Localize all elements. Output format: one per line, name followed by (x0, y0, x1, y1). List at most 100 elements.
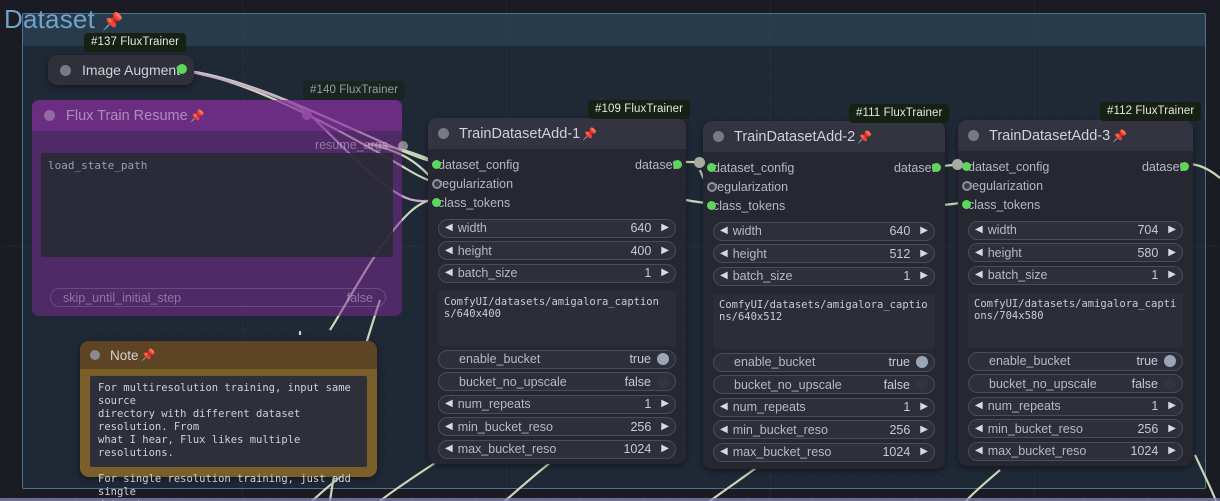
decrement-arrow-icon[interactable]: ◀ (975, 423, 983, 434)
input-port-class-tokens[interactable] (432, 198, 441, 207)
widget-max-bucket-reso[interactable]: ◀ max_bucket_reso 1024 ▶ (713, 442, 935, 462)
toggle-knob-icon[interactable] (1164, 377, 1176, 390)
slot-dataset-config[interactable]: dataset_config dataset (432, 155, 682, 174)
slot-regularization[interactable]: regularization (961, 176, 1183, 195)
image-augment-output-port[interactable] (177, 64, 187, 74)
widget-enable-bucket[interactable]: enable_bucket true (438, 349, 676, 369)
increment-arrow-icon[interactable]: ▶ (661, 421, 669, 432)
group-header[interactable] (23, 14, 1205, 46)
output-port-dataset[interactable] (932, 163, 941, 172)
input-port-class-tokens[interactable] (962, 200, 971, 209)
increment-arrow-icon[interactable]: ▶ (920, 447, 928, 457)
decrement-arrow-icon[interactable]: ◀ (975, 225, 983, 235)
widget-min-bucket-reso[interactable]: ◀ min_bucket_reso 256 ▶ (713, 420, 935, 439)
widget-bucket-no-upscale[interactable]: bucket_no_upscale false (438, 372, 676, 391)
widget-width[interactable]: ◀ width 640 ▶ (438, 218, 676, 238)
node-header[interactable]: TrainDatasetAdd-3 📌 (958, 120, 1193, 151)
decrement-arrow-icon[interactable]: ◀ (720, 447, 728, 457)
increment-arrow-icon[interactable]: ▶ (1168, 423, 1176, 434)
reroute-dot-2[interactable] (952, 159, 963, 170)
slot-dataset-config[interactable]: dataset_config dataset (707, 158, 941, 177)
increment-arrow-icon[interactable]: ▶ (661, 223, 669, 233)
widget-enable-bucket[interactable]: enable_bucket true (968, 351, 1183, 371)
increment-arrow-icon[interactable]: ▶ (920, 271, 928, 281)
widget-min-bucket-reso[interactable]: ◀ min_bucket_reso 256 ▶ (968, 419, 1183, 438)
collapse-dot-icon[interactable] (713, 131, 724, 142)
widget-num-repeats[interactable]: ◀ num_repeats 1 ▶ (438, 394, 676, 414)
decrement-arrow-icon[interactable]: ◀ (975, 446, 983, 456)
input-port-regularization[interactable] (431, 178, 442, 189)
decrement-arrow-icon[interactable]: ◀ (720, 402, 728, 412)
toggle-knob-icon[interactable] (916, 378, 928, 391)
dataset-path-textarea[interactable]: ComfyUI/datasets/amigalora_captions/640x… (438, 290, 676, 346)
slot-class-tokens[interactable]: class_tokens (962, 195, 1183, 214)
decrement-arrow-icon[interactable]: ◀ (445, 421, 453, 432)
decrement-arrow-icon[interactable]: ◀ (445, 399, 453, 409)
node-traindatasetadd-3[interactable]: TrainDatasetAdd-3 📌 dataset_config datas… (958, 120, 1193, 466)
toggle-knob-icon[interactable] (916, 356, 928, 368)
node-note[interactable]: Note 📌 For multiresolution training, inp… (80, 341, 377, 501)
input-port-regularization[interactable] (961, 180, 972, 191)
decrement-arrow-icon[interactable]: ◀ (975, 270, 983, 280)
slot-regularization[interactable]: regularization (431, 174, 676, 193)
decrement-arrow-icon[interactable]: ◀ (445, 245, 453, 256)
decrement-arrow-icon[interactable]: ◀ (720, 248, 728, 259)
increment-arrow-icon[interactable]: ▶ (1168, 401, 1176, 411)
increment-arrow-icon[interactable]: ▶ (661, 399, 669, 409)
toggle-knob-icon[interactable] (657, 353, 669, 365)
collapse-dot-icon[interactable] (60, 64, 71, 76)
node-header[interactable]: Note 📌 (80, 341, 377, 369)
toggle-knob-icon[interactable] (1164, 355, 1176, 367)
decrement-arrow-icon[interactable]: ◀ (975, 401, 983, 411)
decrement-arrow-icon[interactable]: ◀ (720, 424, 728, 435)
increment-arrow-icon[interactable]: ▶ (661, 245, 669, 256)
decrement-arrow-icon[interactable]: ◀ (975, 247, 983, 258)
widget-height[interactable]: ◀ height 512 ▶ (713, 244, 935, 263)
decrement-arrow-icon[interactable]: ◀ (445, 444, 453, 454)
input-port-dataset-config[interactable] (707, 163, 716, 172)
input-port-dataset-config[interactable] (962, 162, 971, 171)
widget-width[interactable]: ◀ width 640 ▶ (713, 221, 935, 241)
widget-height[interactable]: ◀ height 580 ▶ (968, 243, 1183, 262)
increment-arrow-icon[interactable]: ▶ (920, 248, 928, 259)
widget-width[interactable]: ◀ width 704 ▶ (968, 220, 1183, 240)
node-traindatasetadd-2[interactable]: TrainDatasetAdd-2 📌 dataset_config datas… (703, 121, 945, 469)
widget-bucket-no-upscale[interactable]: bucket_no_upscale false (713, 375, 935, 394)
comfyui-canvas[interactable]: Dataset 📌 Flux Train Resume 📌 resume_arg… (0, 0, 1220, 501)
input-port-class-tokens[interactable] (707, 201, 716, 210)
widget-bucket-no-upscale[interactable]: bucket_no_upscale false (968, 374, 1183, 393)
collapse-dot-icon[interactable] (44, 110, 55, 121)
widget-num-repeats[interactable]: ◀ num_repeats 1 ▶ (968, 396, 1183, 416)
widget-batch-size[interactable]: ◀ batch_size 1 ▶ (713, 266, 935, 286)
increment-arrow-icon[interactable]: ▶ (1168, 270, 1176, 280)
collapse-dot-icon[interactable] (90, 350, 100, 360)
collapse-dot-icon[interactable] (438, 128, 449, 139)
widget-batch-size[interactable]: ◀ batch_size 1 ▶ (438, 263, 676, 283)
node-traindatasetadd-1[interactable]: TrainDatasetAdd-1 📌 dataset_config datas… (428, 118, 686, 464)
node-header[interactable]: Flux Train Resume 📌 (32, 100, 402, 131)
widget-enable-bucket[interactable]: enable_bucket true (713, 352, 935, 372)
increment-arrow-icon[interactable]: ▶ (920, 402, 928, 412)
decrement-arrow-icon[interactable]: ◀ (720, 271, 728, 281)
node-image-augment[interactable]: Image Augment (48, 55, 195, 85)
decrement-arrow-icon[interactable]: ◀ (445, 268, 453, 278)
widget-batch-size[interactable]: ◀ batch_size 1 ▶ (968, 265, 1183, 285)
input-port-dataset-config[interactable] (432, 160, 441, 169)
increment-arrow-icon[interactable]: ▶ (920, 226, 928, 236)
reroute-dot-1[interactable] (694, 157, 705, 168)
output-port-dataset[interactable] (673, 160, 682, 169)
increment-arrow-icon[interactable]: ▶ (661, 444, 669, 454)
node-flux-train-resume[interactable]: Flux Train Resume 📌 resume_args load_sta… (32, 100, 408, 316)
increment-arrow-icon[interactable]: ▶ (920, 424, 928, 435)
widget-num-repeats[interactable]: ◀ num_repeats 1 ▶ (713, 397, 935, 417)
slot-regularization[interactable]: regularization (706, 177, 935, 196)
slot-class-tokens[interactable]: class_tokens (432, 193, 676, 212)
dataset-path-textarea[interactable]: ComfyUI/datasets/amigalora_captions/640x… (713, 293, 935, 349)
increment-arrow-icon[interactable]: ▶ (1168, 247, 1176, 258)
input-port-regularization[interactable] (706, 181, 717, 192)
slot-dataset-config[interactable]: dataset_config dataset (962, 157, 1189, 176)
node-header[interactable]: TrainDatasetAdd-1 📌 (428, 118, 686, 149)
slot-class-tokens[interactable]: class_tokens (707, 196, 935, 215)
widget-max-bucket-reso[interactable]: ◀ max_bucket_reso 1024 ▶ (968, 441, 1183, 461)
widget-max-bucket-reso[interactable]: ◀ max_bucket_reso 1024 ▶ (438, 439, 676, 459)
